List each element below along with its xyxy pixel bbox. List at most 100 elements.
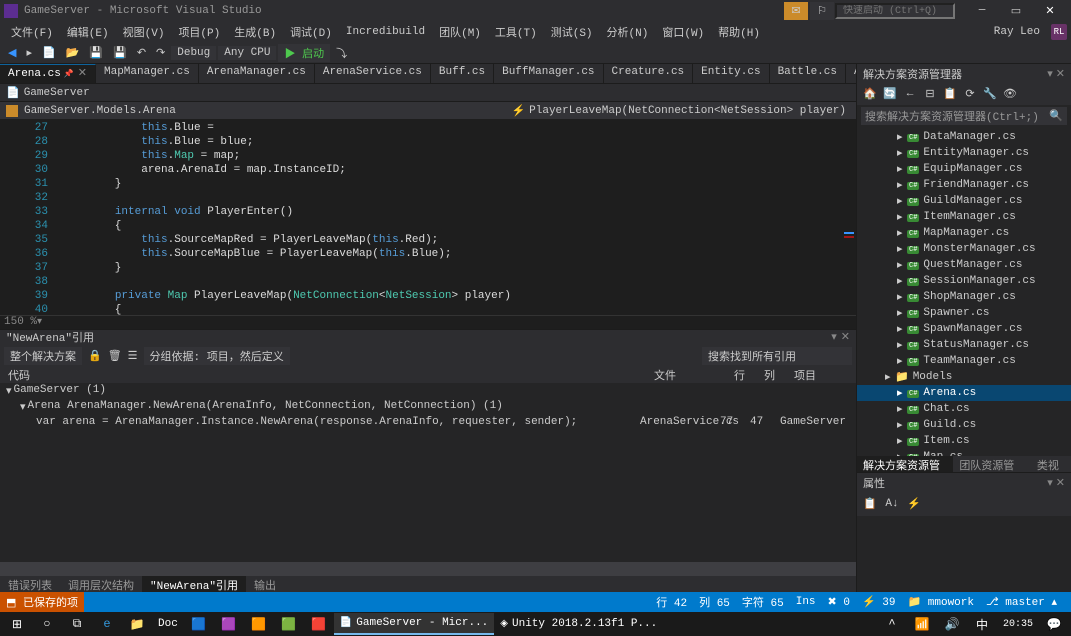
file-tab[interactable]: ArenaService.cs — [315, 64, 431, 83]
scope-select[interactable]: 整个解决方案 — [4, 347, 82, 365]
prop-close-icon[interactable]: ✕ — [1056, 476, 1065, 490]
app-icon[interactable]: 🟧 — [244, 612, 274, 636]
close-button[interactable]: ✕ — [1033, 4, 1067, 18]
taskview-icon[interactable]: ⧉ — [62, 612, 92, 636]
file-tab[interactable]: Arena.cs📌✕ — [0, 64, 96, 83]
tree-node[interactable]: ▸Item.cs — [857, 433, 1071, 449]
tab-solution[interactable]: 解决方案资源管理器 — [857, 456, 953, 472]
tree-node[interactable]: ▸QuestManager.cs — [857, 257, 1071, 273]
tree-node[interactable]: ▸SpawnManager.cs — [857, 321, 1071, 337]
results-scrollbar[interactable] — [0, 562, 856, 576]
notif-icon[interactable]: ✉ — [784, 2, 808, 20]
bottom-tab[interactable]: 调用层次结构 — [60, 576, 142, 592]
app-icon[interactable]: 🟪 — [214, 612, 244, 636]
notif-center[interactable]: 💬 — [1039, 612, 1069, 636]
search-results[interactable]: 搜索找到所有引用 — [702, 347, 852, 365]
panel-menu-icon[interactable]: ▾ — [831, 330, 837, 344]
file-tab[interactable]: BuffManager.cs — [494, 64, 603, 83]
collapse-icon[interactable]: ⊟ — [921, 85, 939, 103]
overview-ruler[interactable] — [842, 119, 856, 315]
result-row[interactable]: ▾Arena ArenaManager.NewArena(ArenaInfo, … — [0, 399, 856, 415]
tray-vol[interactable]: 🔊 — [937, 612, 967, 636]
tree-node[interactable]: ▸Arena.cs — [857, 385, 1071, 401]
panel-close-icon[interactable]: ✕ — [841, 330, 850, 344]
home-icon[interactable]: 🏠 — [861, 85, 879, 103]
zoom-level[interactable]: 150 % ▾ — [0, 315, 856, 329]
tree-node[interactable]: ▸Guild.cs — [857, 417, 1071, 433]
bottom-tab[interactable]: 错误列表 — [0, 576, 60, 592]
nav-back-button[interactable]: ◀ — [4, 44, 20, 62]
config-select[interactable]: Debug — [171, 46, 216, 60]
refresh-icon[interactable]: ⟳ — [961, 85, 979, 103]
panel-close-icon[interactable]: ✕ — [1056, 67, 1065, 81]
undo-button[interactable]: ↶ — [133, 44, 150, 62]
tree-node[interactable]: ▸ItemManager.cs — [857, 209, 1071, 225]
breadcrumb-method[interactable]: PlayerLeaveMap(NetConnection<NetSession>… — [525, 105, 850, 117]
app-icon[interactable]: 🟥 — [304, 612, 334, 636]
sort-icon[interactable]: A↓ — [883, 495, 901, 513]
app-icon[interactable]: 🟩 — [274, 612, 304, 636]
nav-fwd-button[interactable]: ▸ — [22, 44, 36, 62]
file-tab[interactable]: Entity.cs — [693, 64, 769, 83]
maximize-button[interactable]: ▭ — [999, 4, 1033, 18]
menu-team[interactable]: 团队(M) — [432, 24, 488, 40]
tree-node[interactable]: ▸Spawner.cs — [857, 305, 1071, 321]
preview-icon[interactable]: 👁 — [1001, 85, 1019, 103]
clear-icon[interactable]: 🗑 — [108, 349, 122, 363]
save-button[interactable]: 💾 — [85, 44, 107, 62]
menu-debug[interactable]: 调试(D) — [283, 24, 339, 40]
tree-node[interactable]: ▸ShopManager.cs — [857, 289, 1071, 305]
props-icon[interactable]: 🔧 — [981, 85, 999, 103]
lock-icon[interactable]: 🔒 — [88, 349, 102, 363]
platform-select[interactable]: Any CPU — [218, 46, 276, 60]
tray-ime[interactable]: 中 — [967, 612, 997, 636]
find-results[interactable]: 代码 文件 行 列 项目 ▾GameServer (1)▾Arena Arena… — [0, 367, 856, 563]
taskbar-app-vs[interactable]: 📄GameServer - Micr... — [334, 613, 494, 635]
panel-drop-icon[interactable]: ▾ — [1047, 67, 1053, 81]
group-select[interactable]: 分组依据: 项目，然后定义 — [144, 347, 290, 365]
taskbar-app-unity[interactable]: ◈Unity 2018.2.13f1 P... — [494, 613, 663, 635]
taskbar-app-doc[interactable]: Doc — [152, 613, 184, 635]
user-badge[interactable]: Ray Leo RL — [987, 24, 1067, 40]
sync-icon[interactable]: 🔄 — [881, 85, 899, 103]
tree-node[interactable]: ▸DataManager.cs — [857, 129, 1071, 145]
file-tab[interactable]: AIBoss.cs — [846, 64, 856, 83]
tree-node[interactable]: ▸MapManager.cs — [857, 225, 1071, 241]
tree-node[interactable]: ▸SessionManager.cs — [857, 273, 1071, 289]
app-icon[interactable]: 🟦 — [184, 612, 214, 636]
tree-node[interactable]: ▸StatusManager.cs — [857, 337, 1071, 353]
breadcrumb-ns[interactable]: GameServer.Models.Arena — [20, 105, 180, 117]
start-menu[interactable]: ⊞ — [2, 612, 32, 636]
tree-node[interactable]: ▸Chat.cs — [857, 401, 1071, 417]
menu-incredibuild[interactable]: Incredibuild — [339, 26, 432, 38]
menu-view[interactable]: 视图(V) — [116, 24, 172, 40]
events-icon[interactable]: ⚡ — [905, 495, 923, 513]
prop-drop-icon[interactable]: ▾ — [1047, 476, 1053, 490]
code-editor[interactable]: 2728293031323334353637383940414243444546… — [0, 119, 856, 315]
saved-items-badge[interactable]: ⬒ 已保存的项 — [0, 592, 84, 612]
menu-help[interactable]: 帮助(H) — [711, 24, 767, 40]
start-button[interactable]: ▶ 启动 — [278, 44, 330, 62]
flag-icon[interactable]: ⚐ — [810, 2, 834, 20]
tab-class[interactable]: 类视图 — [1031, 456, 1071, 472]
new-button[interactable]: 📄 — [38, 44, 60, 62]
menu-file[interactable]: 文件(F) — [4, 24, 60, 40]
step-button[interactable]: ⤵ — [332, 43, 351, 63]
status-branch[interactable]: ⎇ master ▴ — [980, 595, 1063, 609]
result-row[interactable]: var arena = ArenaManager.Instance.NewAre… — [0, 415, 856, 429]
code-body[interactable]: this.Blue = this.Blue = blue; this.Map =… — [58, 119, 856, 315]
editor-dropdown[interactable]: 📄 GameServer — [0, 84, 856, 102]
menu-edit[interactable]: 编辑(E) — [60, 24, 116, 40]
result-row[interactable]: ▾GameServer (1) — [0, 383, 856, 399]
file-tab[interactable]: ArenaManager.cs — [199, 64, 315, 83]
categorize-icon[interactable]: 📋 — [861, 495, 879, 513]
solution-tree[interactable]: ▸DataManager.cs▸EntityManager.cs▸EquipMa… — [857, 127, 1071, 456]
file-tab[interactable]: Creature.cs — [604, 64, 694, 83]
status-repo[interactable]: 📁 mmowork — [901, 595, 980, 609]
tree-node[interactable]: ▸EntityManager.cs — [857, 145, 1071, 161]
menu-build[interactable]: 生成(B) — [227, 24, 283, 40]
redo-button[interactable]: ↷ — [152, 44, 169, 62]
back-icon[interactable]: ← — [901, 85, 919, 103]
list-icon[interactable]: ☰ — [128, 349, 138, 363]
open-button[interactable]: 📂 — [62, 44, 84, 62]
